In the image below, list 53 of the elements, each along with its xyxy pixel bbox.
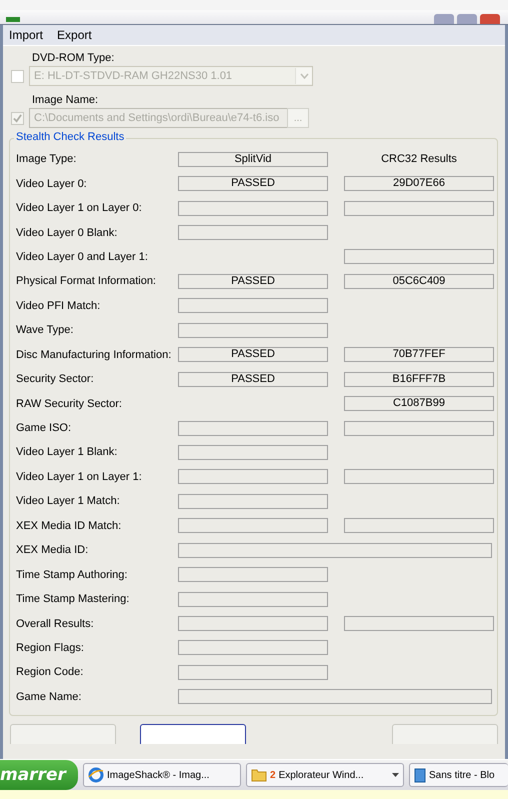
app-icon xyxy=(6,17,20,22)
row-label: Video Layer 1 on Layer 1: xyxy=(16,470,143,483)
row-label: XEX Media ID: xyxy=(16,544,90,556)
column-heading: CRC32 Results xyxy=(380,153,458,166)
menu-item[interactable]: Import xyxy=(9,28,44,42)
result-field: PASSED xyxy=(178,274,328,289)
close-button[interactable] xyxy=(480,14,500,24)
crc-field: 05C6C409 xyxy=(344,274,494,289)
crc-field: 29D07E66 xyxy=(344,176,494,192)
row-label: Region Code: xyxy=(16,666,84,678)
row-label: Time Stamp Mastering: xyxy=(16,593,130,606)
folder-icon xyxy=(251,768,267,782)
button[interactable] xyxy=(140,724,246,744)
result-field: SplitVid xyxy=(178,152,328,167)
row-label: XEX Media ID Match: xyxy=(16,520,122,532)
crc-field: C1087B99 xyxy=(344,396,494,412)
crc-field: 70B77FEF xyxy=(344,347,494,362)
minimize-button[interactable] xyxy=(434,14,454,24)
field-label: DVD-ROM Type: xyxy=(32,51,116,66)
row-label: Video Layer 1 on Layer 0: xyxy=(16,202,143,214)
row-label: Security Sector: xyxy=(16,373,95,386)
row-label: RAW Security Sector: xyxy=(16,398,123,410)
row-label: Video Layer 0 Blank: xyxy=(16,226,118,239)
row-label: Video Layer 0: xyxy=(16,178,88,190)
row-label: Time Stamp Authoring: xyxy=(16,568,128,581)
row-label: Disc Manufacturing Information: xyxy=(16,348,172,361)
field-label: Image Name: xyxy=(32,93,100,108)
group-title: Stealth Check Results xyxy=(14,131,126,143)
row-label: Video PFI Match: xyxy=(16,300,102,312)
globe-icon xyxy=(88,767,104,783)
menu-item[interactable]: Export xyxy=(57,28,92,42)
row-label: Video Layer 0 and Layer 1: xyxy=(16,250,149,263)
row-label: Overall Results: xyxy=(16,618,95,630)
result-field: PASSED xyxy=(178,347,328,362)
row-label: Wave Type: xyxy=(16,324,74,336)
result-field: PASSED xyxy=(178,372,328,387)
result-field: PASSED xyxy=(178,176,328,192)
notepad-icon xyxy=(414,768,426,782)
window-count: 2 xyxy=(270,770,276,780)
checkbox[interactable] xyxy=(11,70,24,82)
maximize-button[interactable] xyxy=(457,14,477,24)
row-label: Game ISO: xyxy=(16,422,72,434)
row-label: Video Layer 1 Blank: xyxy=(16,446,118,458)
taskbar-button[interactable]: ImageShack® - Imag... xyxy=(83,763,241,787)
row-label: Image Type: xyxy=(16,153,78,166)
taskbar-button[interactable]: Sans titre - Blo xyxy=(409,763,508,787)
row-label: Physical Format Information: xyxy=(16,275,157,288)
crc-field: B16FFF7B xyxy=(344,372,494,387)
row-label: Game Name: xyxy=(16,690,82,703)
taskbar-button[interactable]: 2 Explorateur Wind... xyxy=(246,763,404,787)
row-label: Video Layer 1 Match: xyxy=(16,495,121,508)
checkbox[interactable] xyxy=(11,112,24,124)
row-label: Region Flags: xyxy=(16,642,85,654)
